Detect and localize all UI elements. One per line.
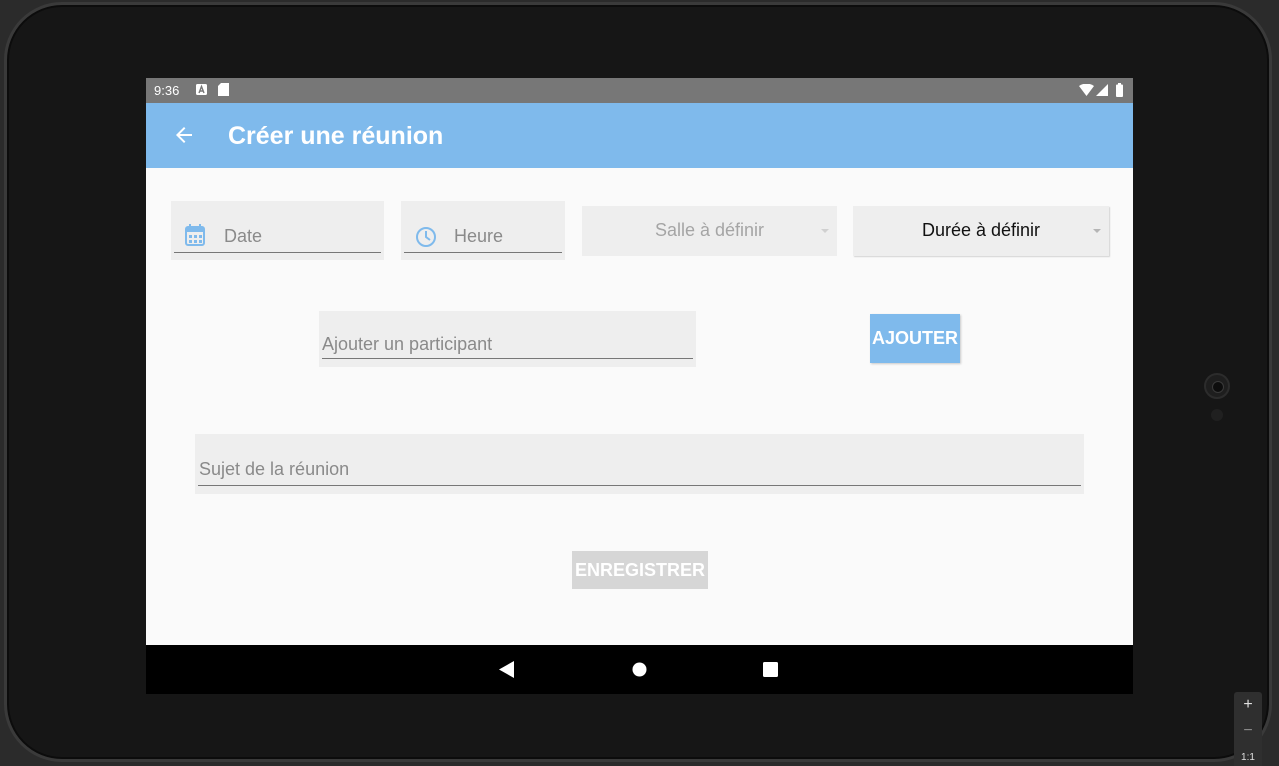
app-bar: Créer une réunion — [146, 103, 1133, 168]
zoom-controls: + − 1:1 — [1234, 692, 1262, 766]
duration-dropdown-arrow-icon — [1093, 229, 1101, 233]
time-placeholder: Heure — [454, 226, 504, 246]
subject-underline — [198, 485, 1081, 486]
wifi-icon — [1079, 84, 1094, 96]
room-spinner-label: Salle à définir — [654, 220, 765, 240]
room-dropdown-arrow-icon — [821, 229, 829, 233]
room-spinner[interactable]: Salle à définir — [582, 206, 837, 256]
participant-field[interactable]: Ajouter un participant — [319, 311, 696, 367]
save-button[interactable]: ENREGISTRER — [572, 551, 708, 589]
participant-placeholder: Ajouter un participant — [322, 334, 493, 354]
duration-spinner[interactable]: Durée à définir — [853, 206, 1109, 256]
device-screen: 9:36 Créer une réunion Date Heure Salle … — [146, 78, 1133, 694]
subject-placeholder: Sujet de la réunion — [199, 459, 350, 479]
notification-a-icon — [196, 84, 207, 95]
navigation-bar — [146, 645, 1133, 694]
cell-signal-icon — [1096, 84, 1108, 96]
duration-spinner-label: Durée à définir — [921, 220, 1041, 240]
sensor-icon — [1211, 409, 1223, 421]
nav-back-icon[interactable] — [499, 661, 515, 678]
sd-card-icon — [218, 83, 229, 96]
date-field[interactable]: Date — [171, 201, 384, 260]
battery-icon — [1116, 83, 1123, 97]
time-field[interactable]: Heure — [401, 201, 565, 260]
zoom-in-button[interactable]: + — [1234, 696, 1262, 714]
zoom-out-button[interactable]: − — [1234, 722, 1262, 740]
date-underline — [174, 252, 381, 253]
nav-recents-icon[interactable] — [763, 662, 778, 677]
subject-field[interactable]: Sujet de la réunion — [195, 434, 1084, 494]
nav-home-icon[interactable] — [632, 662, 647, 677]
calendar-icon — [185, 224, 205, 246]
status-bar: 9:36 — [146, 78, 1133, 103]
clock-icon — [416, 227, 436, 247]
add-participant-button[interactable]: AJOUTER — [870, 314, 960, 363]
camera-icon — [1204, 373, 1230, 399]
date-placeholder: Date — [224, 226, 263, 246]
page-title: Créer une réunion — [228, 122, 444, 150]
zoom-reset-button[interactable]: 1:1 — [1234, 752, 1262, 763]
time-underline — [404, 252, 562, 253]
participant-underline — [322, 358, 693, 359]
status-time: 9:36 — [154, 83, 180, 98]
back-arrow-icon[interactable] — [172, 123, 196, 147]
